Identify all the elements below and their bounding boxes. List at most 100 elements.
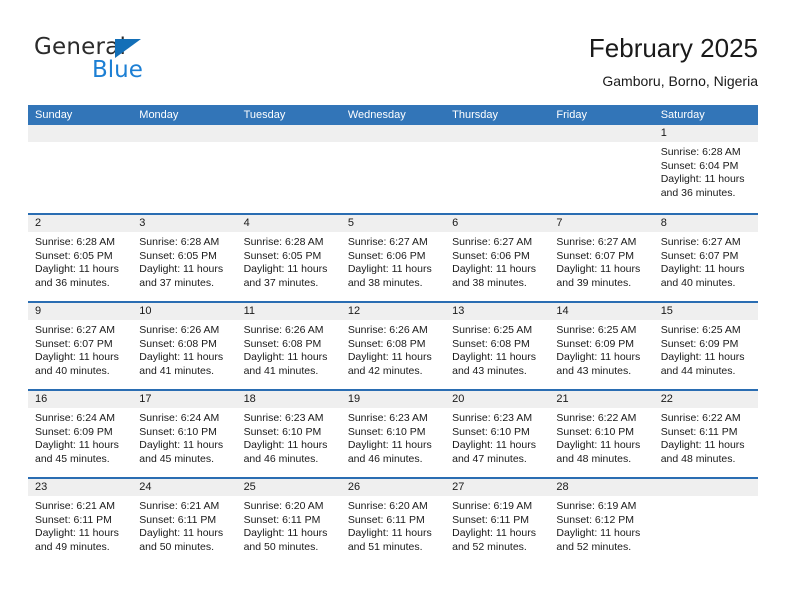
calendar-day-cell[interactable]: 16 Sunrise: 6:24 AM Sunset: 6:09 PM Dayligh…: [28, 391, 133, 477]
sunrise-text: Sunrise: 6:23 AM: [243, 412, 324, 424]
sunset-text: Sunset: 6:11 PM: [139, 513, 217, 526]
day-number: 11: [236, 303, 341, 320]
daylight-text: Daylight: 11 hours and 48 minutes.: [556, 439, 641, 465]
daylight-text: Daylight: 11 hours and 42 minutes.: [347, 351, 432, 377]
day-sun-info: Sunrise: 6:28 AM Sunset: 6:05 PM Daylight:…: [132, 232, 236, 290]
day-sun-info: Sunrise: 6:26 AM Sunset: 6:08 PM Daylight:…: [237, 320, 341, 378]
calendar-day-cell[interactable]: 24 Sunrise: 6:21 AM Sunset: 6:11 PM Dayligh…: [132, 479, 237, 565]
daylight-text: Daylight: 11 hours and 46 minutes.: [347, 439, 432, 465]
calendar-day-cell[interactable]: 13 Sunrise: 6:25 AM Sunset: 6:08 PM Dayligh…: [445, 303, 550, 389]
calendar-day-cell[interactable]: 18 Sunrise: 6:23 AM Sunset: 6:10 PM Dayligh…: [236, 391, 341, 477]
calendar-day-cell[interactable]: 11 Sunrise: 6:26 AM Sunset: 6:08 PM Dayligh…: [236, 303, 341, 389]
calendar-day-cell[interactable]: 14 Sunrise: 6:25 AM Sunset: 6:09 PM Dayligh…: [549, 303, 654, 389]
calendar-day-cell[interactable]: 19 Sunrise: 6:23 AM Sunset: 6:10 PM Dayligh…: [340, 391, 446, 477]
calendar-day-cell[interactable]: 21 Sunrise: 6:22 AM Sunset: 6:10 PM Dayligh…: [549, 391, 654, 477]
calendar-day-cell[interactable]: 20 Sunrise: 6:23 AM Sunset: 6:10 PM Dayligh…: [445, 391, 550, 477]
daylight-text: Daylight: 11 hours and 41 minutes.: [243, 351, 328, 377]
day-number: [28, 125, 133, 142]
day-number: 9: [28, 303, 133, 320]
calendar-day-cell-empty: [445, 125, 550, 213]
daylight-text: Daylight: 11 hours and 51 minutes.: [347, 527, 432, 553]
day-number: 14: [549, 303, 654, 320]
calendar-day-cell[interactable]: 10 Sunrise: 6:26 AM Sunset: 6:08 PM Dayligh…: [132, 303, 237, 389]
calendar-day-cell[interactable]: 12 Sunrise: 6:26 AM Sunset: 6:08 PM Dayligh…: [340, 303, 446, 389]
calendar-day-cell-empty: [28, 125, 133, 213]
sunset-text: Sunset: 6:10 PM: [139, 425, 217, 438]
day-number: 4: [236, 215, 341, 232]
day-sun-info: Sunrise: 6:24 AM Sunset: 6:09 PM Daylight:…: [28, 408, 132, 466]
day-sun-info: Sunrise: 6:22 AM Sunset: 6:11 PM Daylight:…: [654, 408, 758, 466]
day-number: 13: [445, 303, 550, 320]
weekday-header-thursday: Thursday: [452, 109, 498, 121]
sunrise-text: Sunrise: 6:27 AM: [452, 236, 533, 248]
general-blue-logo[interactable]: General Blue: [34, 34, 254, 86]
sunrise-text: Sunrise: 6:25 AM: [452, 324, 533, 336]
sunrise-text: Sunrise: 6:24 AM: [35, 412, 115, 424]
calendar-day-cell[interactable]: 7 Sunrise: 6:27 AM Sunset: 6:07 PM Daylight…: [549, 215, 654, 301]
sunset-text: Sunset: 6:10 PM: [556, 425, 635, 438]
day-number: 8: [653, 215, 758, 232]
calendar-day-cell[interactable]: 25 Sunrise: 6:20 AM Sunset: 6:11 PM Dayligh…: [236, 479, 341, 565]
sunrise-text: Sunrise: 6:25 AM: [556, 324, 637, 336]
day-sun-info: Sunrise: 6:20 AM Sunset: 6:11 PM Daylight:…: [341, 496, 445, 554]
day-sun-info: Sunrise: 6:28 AM Sunset: 6:05 PM Daylight:…: [237, 232, 341, 290]
calendar-day-cell[interactable]: 9 Sunrise: 6:27 AM Sunset: 6:07 PM Daylight…: [28, 303, 133, 389]
sunset-text: Sunset: 6:10 PM: [347, 425, 426, 438]
page-header: General Blue February 2025 Gamboru, Born…: [0, 0, 792, 100]
day-sun-info: Sunrise: 6:22 AM Sunset: 6:10 PM Daylight:…: [549, 408, 653, 466]
calendar-week-row: 23 Sunrise: 6:21 AM Sunset: 6:11 PM Dayligh…: [28, 477, 758, 565]
day-number: [132, 125, 237, 142]
day-number: 16: [28, 391, 133, 408]
sunset-text: Sunset: 6:11 PM: [243, 513, 321, 526]
sunset-text: Sunset: 6:08 PM: [243, 337, 322, 350]
calendar-day-cell[interactable]: 8 Sunrise: 6:27 AM Sunset: 6:07 PM Daylight…: [653, 215, 758, 301]
calendar-day-cell[interactable]: 22 Sunrise: 6:22 AM Sunset: 6:11 PM Dayligh…: [653, 391, 758, 477]
calendar-day-cell[interactable]: 17 Sunrise: 6:24 AM Sunset: 6:10 PM Dayligh…: [132, 391, 237, 477]
calendar-week-row: 9 Sunrise: 6:27 AM Sunset: 6:07 PM Daylight…: [28, 301, 758, 389]
sunrise-text: Sunrise: 6:22 AM: [556, 412, 637, 424]
calendar-day-cell[interactable]: 5 Sunrise: 6:27 AM Sunset: 6:06 PM Daylight…: [340, 215, 446, 301]
weekday-header-saturday: Saturday: [660, 109, 705, 121]
sunset-text: Sunset: 6:07 PM: [35, 337, 113, 350]
sunset-text: Sunset: 6:05 PM: [35, 249, 113, 262]
day-sun-info: Sunrise: 6:28 AM Sunset: 6:05 PM Daylight:…: [28, 232, 132, 290]
calendar-day-cell[interactable]: 4 Sunrise: 6:28 AM Sunset: 6:05 PM Daylight…: [236, 215, 341, 301]
sunrise-text: Sunrise: 6:21 AM: [35, 500, 115, 512]
daylight-text: Daylight: 11 hours and 50 minutes.: [243, 527, 328, 553]
sunset-text: Sunset: 6:07 PM: [660, 249, 739, 262]
calendar-weeks: 1 Sunrise: 6:28 AM Sunset: 6:04 PM Daylight…: [28, 125, 758, 565]
day-number: [340, 125, 446, 142]
sunset-text: Sunset: 6:09 PM: [660, 337, 739, 350]
day-sun-info: Sunrise: 6:27 AM Sunset: 6:06 PM Daylight:…: [341, 232, 445, 290]
calendar-day-cell[interactable]: 27 Sunrise: 6:19 AM Sunset: 6:11 PM Dayligh…: [445, 479, 550, 565]
day-sun-info: Sunrise: 6:26 AM Sunset: 6:08 PM Daylight:…: [132, 320, 236, 378]
calendar-day-cell[interactable]: 3 Sunrise: 6:28 AM Sunset: 6:05 PM Daylight…: [132, 215, 237, 301]
day-number: [549, 125, 654, 142]
day-sun-info: Sunrise: 6:20 AM Sunset: 6:11 PM Daylight:…: [237, 496, 341, 554]
day-number: 18: [236, 391, 341, 408]
day-number: 24: [132, 479, 237, 496]
sunset-text: Sunset: 6:05 PM: [139, 249, 217, 262]
daylight-text: Daylight: 11 hours and 49 minutes.: [35, 527, 119, 553]
day-number: 2: [28, 215, 133, 232]
sunset-text: Sunset: 6:10 PM: [243, 425, 322, 438]
daylight-text: Daylight: 11 hours and 36 minutes.: [35, 263, 119, 289]
daylight-text: Daylight: 11 hours and 37 minutes.: [243, 263, 328, 289]
calendar-day-cell[interactable]: 6 Sunrise: 6:27 AM Sunset: 6:06 PM Daylight…: [445, 215, 550, 301]
weekday-header-friday: Friday: [556, 109, 587, 121]
daylight-text: Daylight: 11 hours and 43 minutes.: [452, 351, 536, 377]
calendar-day-cell[interactable]: 23 Sunrise: 6:21 AM Sunset: 6:11 PM Dayligh…: [28, 479, 133, 565]
weekday-header-monday: Monday: [139, 109, 179, 121]
sunrise-text: Sunrise: 6:27 AM: [556, 236, 637, 248]
calendar-day-cell[interactable]: 26 Sunrise: 6:20 AM Sunset: 6:11 PM Dayligh…: [340, 479, 446, 565]
calendar-day-cell[interactable]: 2 Sunrise: 6:28 AM Sunset: 6:05 PM Daylight…: [28, 215, 133, 301]
sunrise-text: Sunrise: 6:23 AM: [452, 412, 533, 424]
calendar-day-cell[interactable]: 1 Sunrise: 6:28 AM Sunset: 6:04 PM Daylight…: [653, 125, 758, 213]
calendar-day-cell[interactable]: 28 Sunrise: 6:19 AM Sunset: 6:12 PM Dayligh…: [549, 479, 654, 565]
logo-text-blue: Blue: [92, 57, 143, 83]
sunrise-text: Sunrise: 6:20 AM: [243, 500, 324, 512]
sunrise-text: Sunrise: 6:22 AM: [660, 412, 741, 424]
calendar-day-cell[interactable]: 15 Sunrise: 6:25 AM Sunset: 6:09 PM Dayligh…: [653, 303, 758, 389]
sunset-text: Sunset: 6:11 PM: [347, 513, 425, 526]
sunrise-text: Sunrise: 6:27 AM: [347, 236, 428, 248]
